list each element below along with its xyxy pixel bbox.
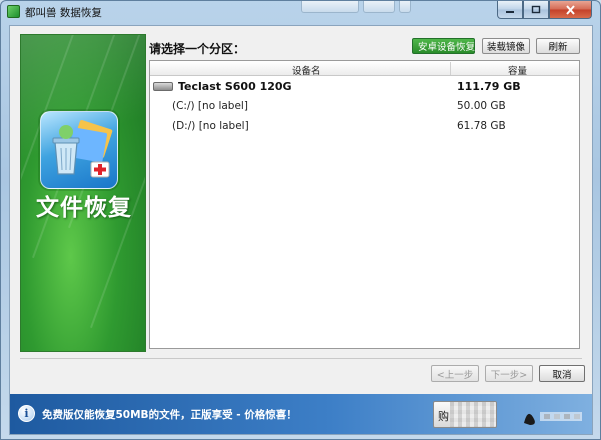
app-window: 都叫兽 数据恢复 文件恢复 请选择一个分区： 安卓设备恢复 装载镜像 刷新 设备…	[0, 0, 601, 440]
buy-button-label: 购	[438, 410, 449, 423]
partition-capacity: 50.00 GB	[457, 100, 506, 112]
partition-list[interactable]: 设备名 容量 Teclast S600 120G 111.79 GB (C:/)…	[149, 60, 580, 349]
pixelated-region	[450, 402, 496, 427]
hard-disk-icon	[153, 82, 173, 91]
partition-name: (D:/) [no label]	[172, 120, 249, 132]
window-controls	[497, 1, 592, 20]
device-capacity: 111.79 GB	[457, 80, 521, 93]
app-logo-icon	[7, 5, 20, 18]
dialog-body: 文件恢复 请选择一个分区： 安卓设备恢复 装载镜像 刷新 设备名 容量 Tecl…	[9, 25, 593, 435]
partition-row[interactable]: (C:/) [no label] 50.00 GB	[150, 98, 579, 116]
select-partition-heading: 请选择一个分区：	[149, 42, 246, 56]
list-header: 设备名 容量	[150, 61, 579, 77]
cancel-button[interactable]: 取消	[539, 365, 585, 382]
divider	[20, 358, 582, 359]
load-image-button[interactable]: 装载镜像	[482, 38, 530, 54]
close-button[interactable]	[549, 1, 592, 19]
next-step-button[interactable]: 下一步>	[485, 365, 533, 382]
device-name: Teclast S600 120G	[178, 80, 292, 93]
maximize-button[interactable]	[523, 1, 549, 19]
background-window-tab	[301, 1, 359, 13]
refresh-button[interactable]: 刷新	[536, 38, 580, 54]
android-recovery-button[interactable]: 安卓设备恢复	[412, 38, 475, 54]
promo-footer: i 免费版仅能恢复50MB的文件，正版享受 - 价格惊喜！ 购	[10, 394, 592, 434]
background-window-tab	[363, 1, 395, 13]
brand-logo-icon	[524, 412, 582, 425]
partition-capacity: 61.78 GB	[457, 120, 506, 132]
minimize-icon	[506, 10, 514, 13]
maximize-icon	[531, 5, 541, 13]
disk-row[interactable]: Teclast S600 120G 111.79 GB	[150, 78, 579, 96]
background-window-tab	[399, 1, 411, 13]
sidebar-title: 文件恢复	[36, 195, 132, 221]
close-icon	[566, 4, 575, 15]
info-icon: i	[18, 405, 35, 422]
previous-step-button[interactable]: <上一步	[431, 365, 479, 382]
minimize-button[interactable]	[497, 1, 523, 19]
column-capacity[interactable]: 容量	[508, 63, 527, 77]
title-bar[interactable]: 都叫兽 数据恢复	[1, 1, 600, 23]
recycle-bin-folder-icon	[40, 111, 118, 189]
sidebar-banner: 文件恢复	[20, 34, 146, 352]
android-recovery-label: 安卓设备恢复	[418, 42, 476, 53]
partition-row[interactable]: (D:/) [no label] 61.78 GB	[150, 118, 579, 136]
buy-button[interactable]: 购	[433, 401, 497, 428]
window-title: 都叫兽 数据恢复	[25, 7, 102, 19]
free-version-notice: 免费版仅能恢复50MB的文件，正版享受 - 价格惊喜！	[42, 409, 297, 421]
partition-name: (C:/) [no label]	[172, 100, 248, 112]
column-device-name[interactable]: 设备名	[292, 63, 321, 77]
